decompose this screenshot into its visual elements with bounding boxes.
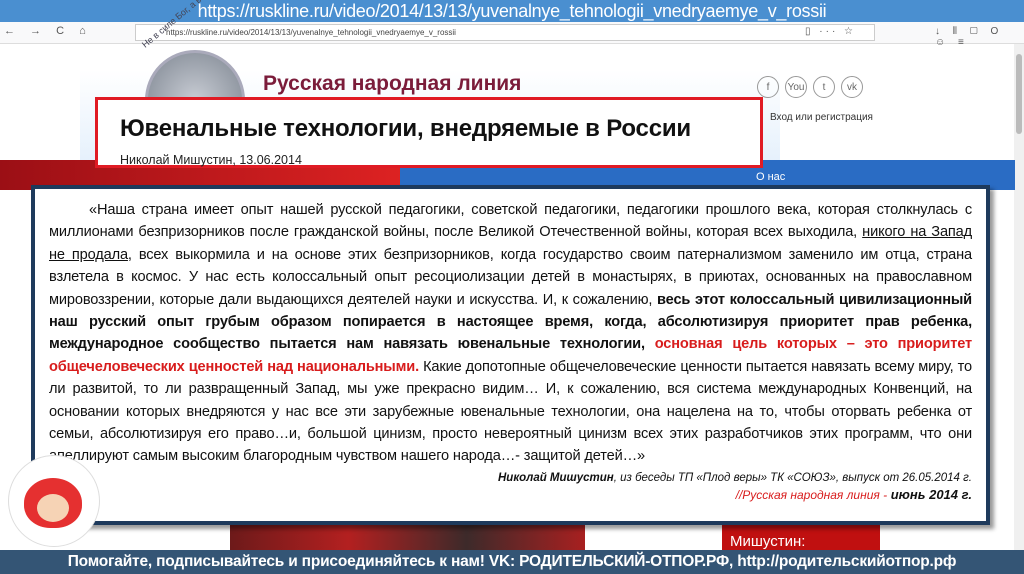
twitter-icon[interactable]: t [813,76,835,98]
quote-source-site: //Русская народная линия - июнь 2014 г. [49,487,972,502]
quote-source: Николай Мишустин, из беседы ТП «Плод вер… [49,472,972,484]
parent-resistance-logo [8,455,100,547]
social-links: f You t vk [757,76,863,98]
baby-icon [37,494,69,522]
article-title-box: Ювенальные технологии, внедряемые в Росс… [95,97,763,168]
login-link[interactable]: Вход или регистрация [770,112,873,123]
photo-caption: Мишустин: [722,525,880,550]
quote-box: «Наша страна имеет опыт нашей русской пе… [31,185,990,525]
youtube-icon[interactable]: You [785,76,807,98]
quote-text: «Наша страна имеет опыт нашей русской пе… [49,199,972,468]
vk-icon[interactable]: vk [841,76,863,98]
facebook-icon[interactable]: f [757,76,779,98]
scrollbar-thumb[interactable] [1016,54,1022,134]
nav-item-about[interactable]: О нас [756,171,785,183]
address-bar[interactable]: https://ruskline.ru/video/2014/13/13/yuv… [135,24,875,41]
scrollbar[interactable] [1014,44,1024,550]
url-banner: https://ruskline.ru/video/2014/13/13/yuv… [0,0,1024,22]
source-site: //Русская народная линия - [735,487,888,502]
address-bar-icons[interactable]: ▯ ··· ☆ [805,26,856,37]
source-author: Николай Мишустин [497,471,614,484]
bottom-banner: Помогайте, подписывайтесь и присоединяйт… [0,550,1024,574]
source-date: июнь 2014 г. [887,486,972,502]
toolbar-right-icons[interactable]: ↓ ⫴ ▢ O ☺ ≡ [935,26,1024,48]
site-name[interactable]: Русская народная линия [263,72,521,96]
article-byline: Николай Мишустин, 13.06.2014 [120,153,302,167]
source-details: , из беседы ТП «Плод веры» ТК «СОЮЗ», вы… [613,471,972,484]
article-title: Ювенальные технологии, внедряемые в Росс… [120,115,691,142]
quote-segment-normal: «Наша страна имеет опыт нашей русской пе… [49,202,972,241]
navigation-icons[interactable]: ← → C ⌂ [4,25,92,37]
